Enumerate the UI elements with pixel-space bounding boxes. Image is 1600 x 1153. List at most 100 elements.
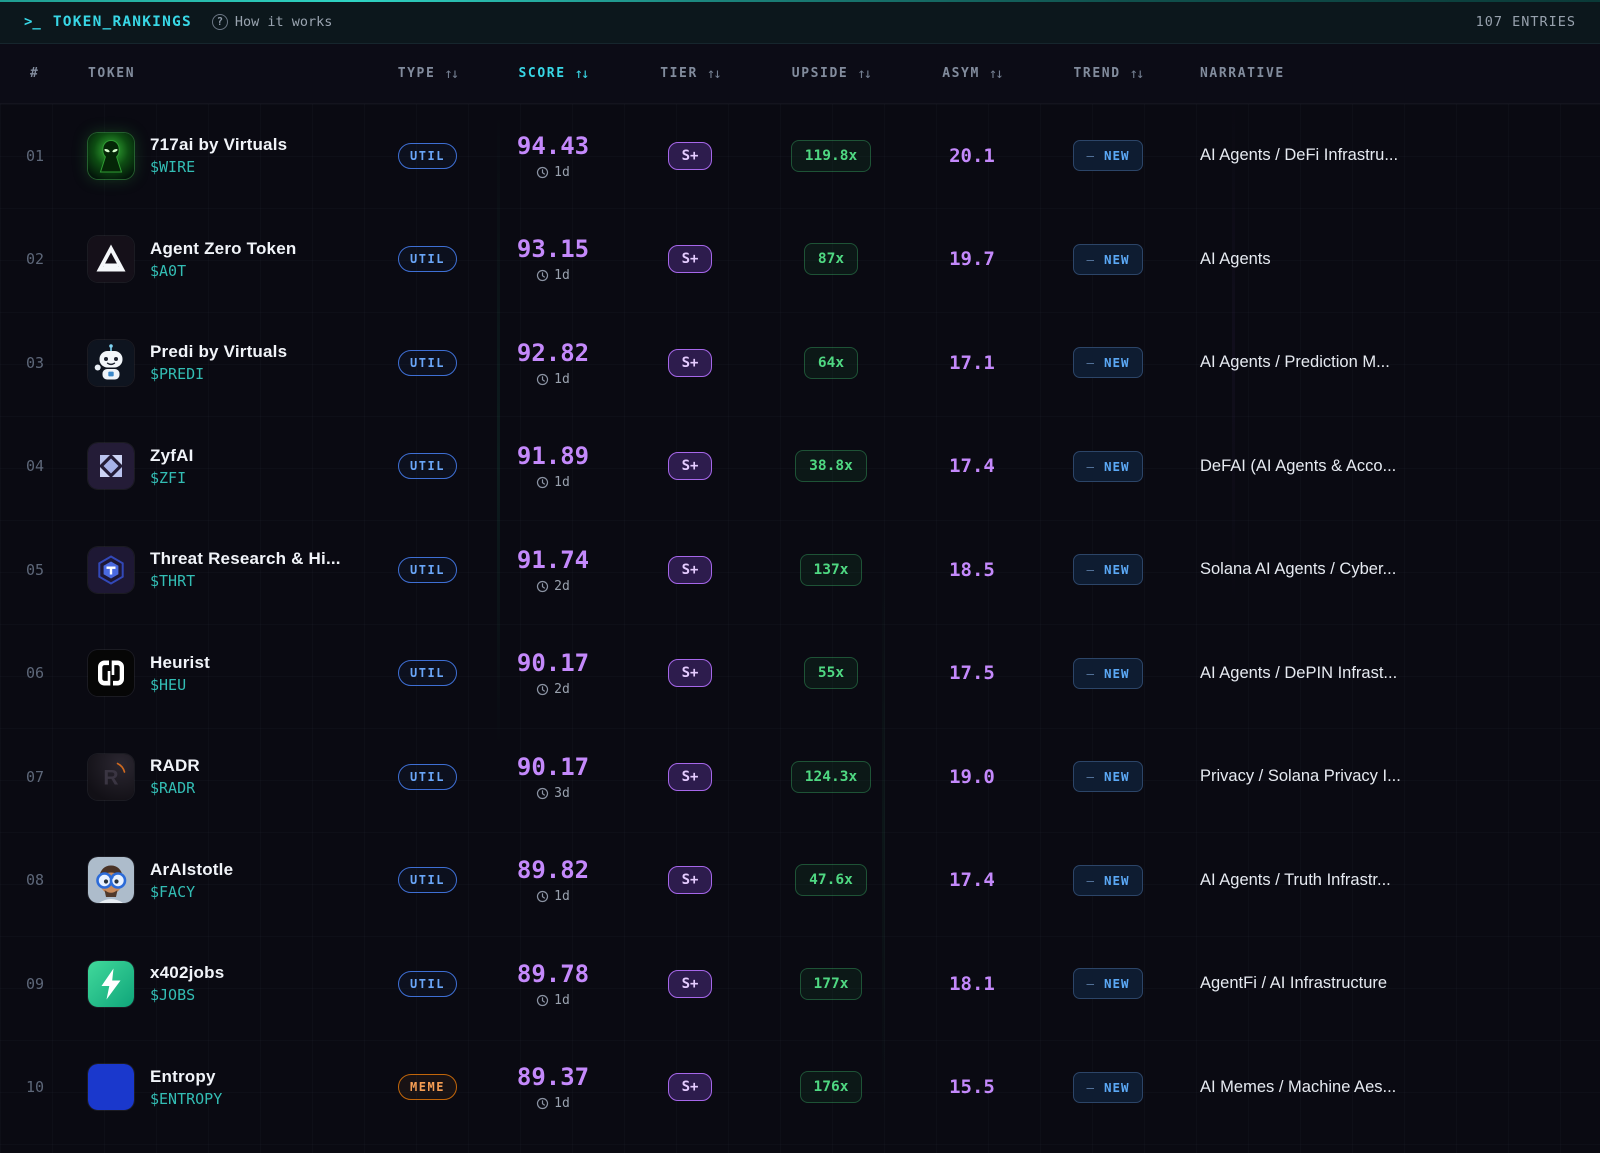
type-badge: UTIL <box>398 143 457 169</box>
score-age: 1d <box>554 475 570 490</box>
table-row[interactable]: 09 x402jobs $JOBS UTIL 89.78 1d S+ <box>0 932 1600 1036</box>
lightning-avatar-icon <box>88 961 134 1007</box>
token-name: Threat Research & Hi... <box>150 549 341 569</box>
table-row[interactable]: 06 Heurist $HEU UTIL 90.17 2d S+ <box>0 622 1600 726</box>
upside-badge: 176x <box>800 1071 863 1103</box>
rank-number: 06 <box>0 664 88 682</box>
heurist-avatar-icon <box>88 650 134 696</box>
type-badge: UTIL <box>398 557 457 583</box>
asym-value: 18.5 <box>908 559 1036 581</box>
narrative-text: AI Agents / Prediction M... <box>1180 353 1600 372</box>
score-age: 1d <box>554 993 570 1008</box>
trend-dash-icon: — <box>1086 148 1095 163</box>
asym-value: 18.1 <box>908 973 1036 995</box>
rank-number: 05 <box>0 561 88 579</box>
top-bar: >_ TOKEN_RANKINGS ? How it works 107 ENT… <box>0 0 1600 44</box>
upside-badge: 55x <box>804 657 858 689</box>
header-token: TOKEN <box>88 66 375 81</box>
trend-dash-icon: — <box>1086 355 1095 370</box>
narrative-text: AI Memes / Machine Aes... <box>1180 1078 1600 1097</box>
header-asym[interactable]: ASYM ↑↓ <box>908 66 1036 82</box>
narrative-text: AI Agents / DeFi Infrastru... <box>1180 146 1600 165</box>
narrative-text: AI Agents / Truth Infrastr... <box>1180 871 1600 890</box>
header-trend[interactable]: TREND ↑↓ <box>1036 66 1180 82</box>
rank-number: 08 <box>0 871 88 889</box>
sort-icon: ↑↓ <box>857 66 870 82</box>
table-row[interactable]: 05 Threat Research & Hi... $THRT UTIL 91… <box>0 518 1600 622</box>
token-table-body: 01 717ai by Virtuals $WIRE UTIL 94.43 1d… <box>0 104 1600 1139</box>
score-value: 89.78 <box>517 960 589 988</box>
shield-t-avatar-icon <box>88 547 134 593</box>
score-age: 1d <box>554 268 570 283</box>
type-badge: UTIL <box>398 246 457 272</box>
trend-dash-icon: — <box>1086 769 1095 784</box>
pinwheel-avatar-icon <box>88 443 134 489</box>
upside-badge: 177x <box>800 968 863 1000</box>
table-row[interactable]: 08 ArAIstotle $FACY UTIL 89.82 1d S+ <box>0 829 1600 933</box>
rank-number: 10 <box>0 1078 88 1096</box>
narrative-text: AgentFi / AI Infrastructure <box>1180 974 1600 993</box>
type-badge: UTIL <box>398 764 457 790</box>
table-row[interactable]: 07 R RADR $RADR UTIL 90.17 3d S+ <box>0 725 1600 829</box>
table-row[interactable]: 04 ZyfAI $ZFI UTIL 91.89 1d S+ 3 <box>0 415 1600 519</box>
trend-badge: — NEW <box>1073 451 1142 482</box>
token-ticker: $WIRE <box>150 158 287 176</box>
sort-icon: ↑↓ <box>989 66 1002 82</box>
header-score[interactable]: SCORE ↑↓ <box>480 66 626 82</box>
token-ticker: $JOBS <box>150 986 224 1004</box>
token-ticker: $RADR <box>150 779 200 797</box>
trend-badge: — NEW <box>1073 244 1142 275</box>
upside-badge: 64x <box>804 347 858 379</box>
header-tier[interactable]: TIER ↑↓ <box>626 66 754 82</box>
question-circle-icon: ? <box>212 14 228 30</box>
page-title: TOKEN_RANKINGS <box>53 14 192 30</box>
type-badge: UTIL <box>398 350 457 376</box>
score-value: 91.89 <box>517 442 589 470</box>
table-row[interactable]: 02 Agent Zero Token $A0T UTIL 93.15 1d S… <box>0 208 1600 312</box>
upside-badge: 124.3x <box>791 761 871 793</box>
trend-badge: — NEW <box>1073 347 1142 378</box>
narrative-text: AI Agents / DePIN Infrast... <box>1180 664 1600 683</box>
trend-label: NEW <box>1104 459 1130 474</box>
clock-icon <box>536 1097 549 1110</box>
token-name: ZyfAI <box>150 446 194 466</box>
upside-badge: 38.8x <box>795 450 867 482</box>
asym-value: 17.4 <box>908 455 1036 477</box>
header-rank: # <box>0 66 88 81</box>
type-badge: UTIL <box>398 660 457 686</box>
tier-badge: S+ <box>668 452 713 480</box>
clock-icon <box>536 166 549 179</box>
trend-badge: — NEW <box>1073 968 1142 999</box>
header-upside[interactable]: UPSIDE ↑↓ <box>754 66 908 82</box>
asym-value: 17.4 <box>908 869 1036 891</box>
rank-number: 01 <box>0 147 88 165</box>
table-row[interactable]: 10 Entropy $ENTROPY MEME 89.37 1d S+ <box>0 1036 1600 1140</box>
trend-dash-icon: — <box>1086 976 1095 991</box>
how-it-works-link[interactable]: ? How it works <box>212 14 333 30</box>
clock-icon <box>536 373 549 386</box>
tier-badge: S+ <box>668 245 713 273</box>
sort-icon: ↑↓ <box>1130 66 1143 82</box>
header-type[interactable]: TYPE ↑↓ <box>375 66 480 82</box>
trend-label: NEW <box>1104 252 1130 267</box>
clock-icon <box>536 683 549 696</box>
clock-icon <box>536 890 549 903</box>
rank-number: 03 <box>0 354 88 372</box>
table-row[interactable]: 01 717ai by Virtuals $WIRE UTIL 94.43 1d… <box>0 104 1600 208</box>
sort-icon: ↑↓ <box>707 66 720 82</box>
clock-icon <box>536 994 549 1007</box>
clock-icon <box>536 580 549 593</box>
score-age: 1d <box>554 165 570 180</box>
trend-badge: — NEW <box>1073 554 1142 585</box>
table-row[interactable]: 03 Predi by Virtuals $PREDI UTIL 92.82 1… <box>0 311 1600 415</box>
token-name: x402jobs <box>150 963 224 983</box>
entries-count: 107 ENTRIES <box>1476 14 1576 30</box>
tier-badge: S+ <box>668 763 713 791</box>
narrative-text: Privacy / Solana Privacy I... <box>1180 767 1600 786</box>
asym-value: 17.5 <box>908 662 1036 684</box>
trend-label: NEW <box>1104 769 1130 784</box>
trend-badge: — NEW <box>1073 761 1142 792</box>
terminal-prompt-icon: >_ <box>24 14 41 30</box>
token-name: Entropy <box>150 1067 222 1087</box>
narrative-text: Solana AI Agents / Cyber... <box>1180 560 1600 579</box>
